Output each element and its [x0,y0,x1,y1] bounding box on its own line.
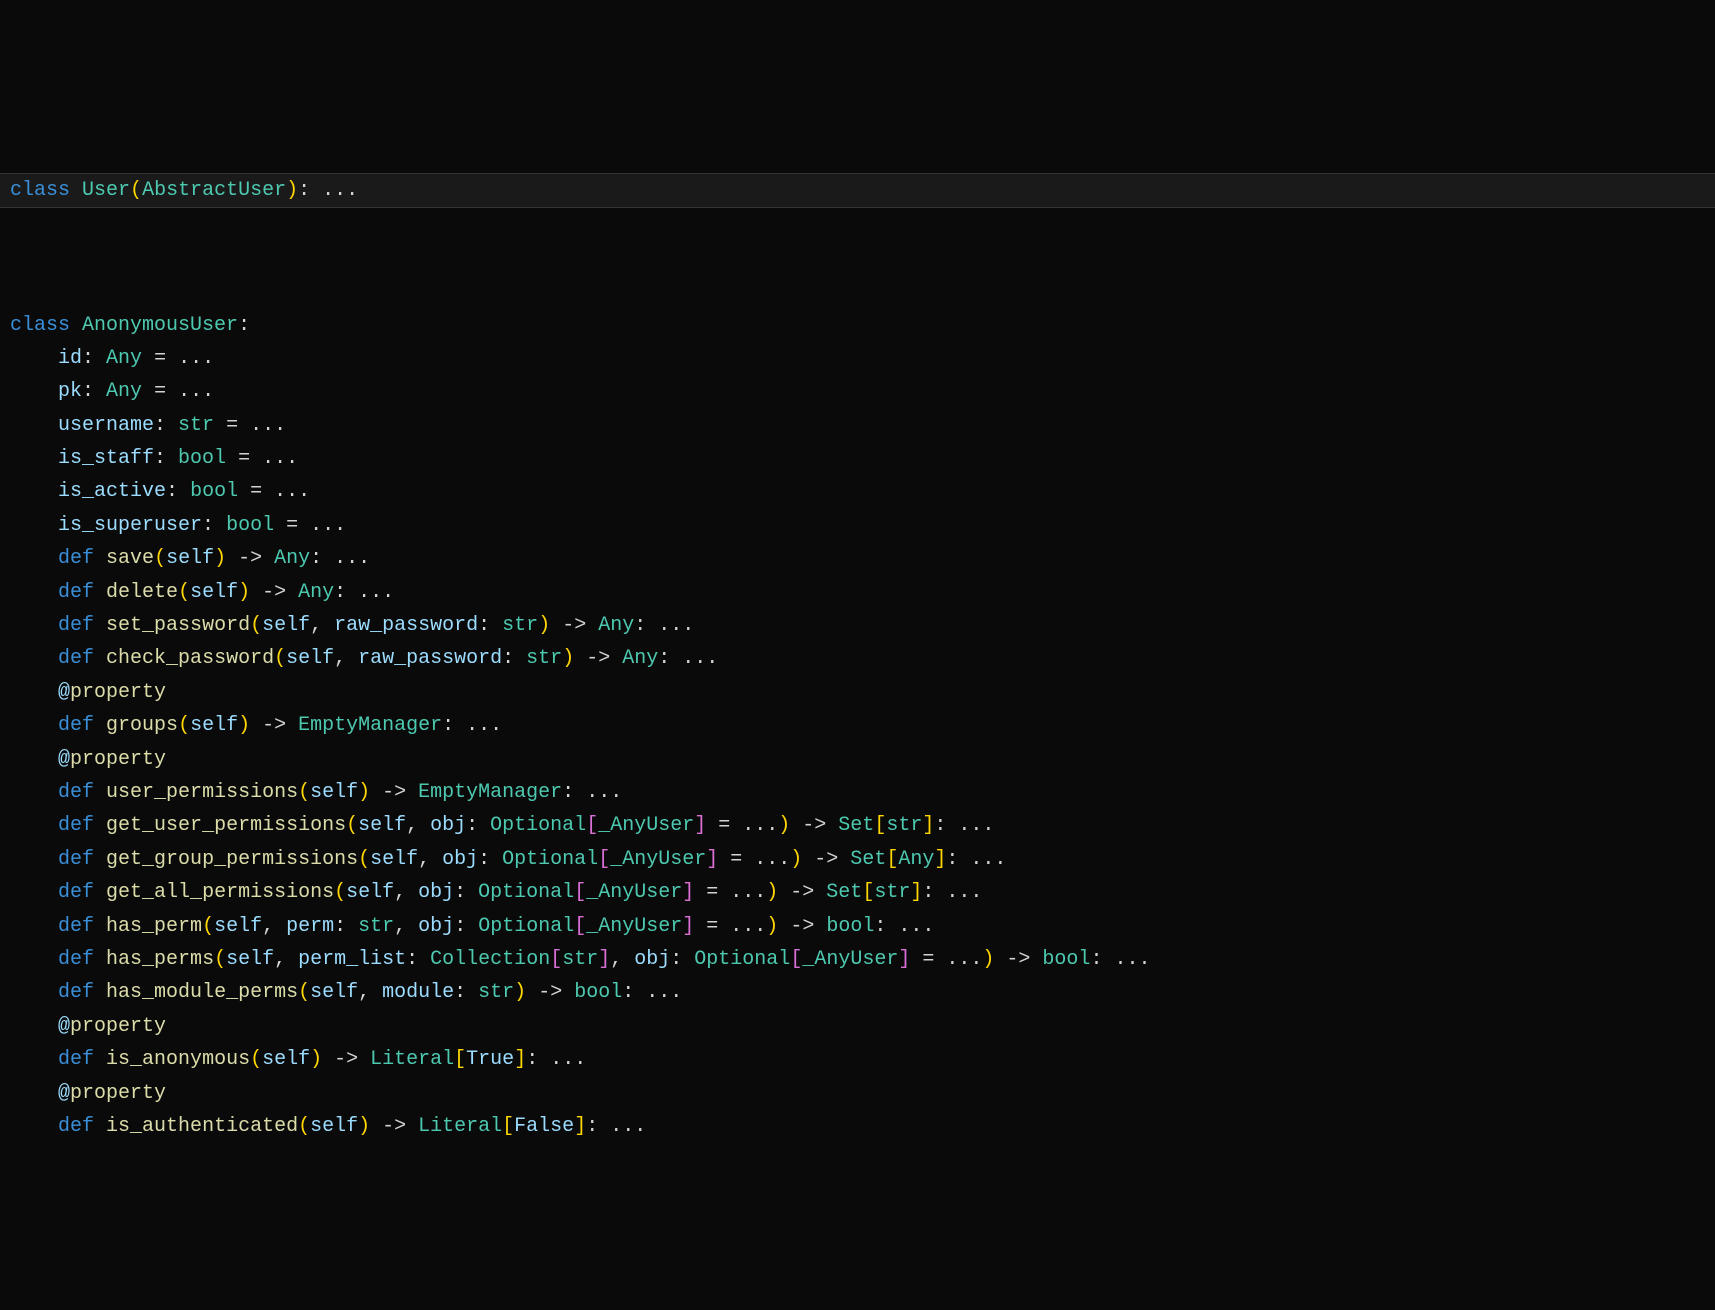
code-line[interactable]: pk: Any = ... [10,380,214,403]
code-line[interactable]: id: Any = ... [10,347,214,370]
code-line[interactable]: def is_anonymous(self) -> Literal[True]:… [10,1048,586,1071]
code-line[interactable]: is_staff: bool = ... [10,447,298,470]
keyword-class: class [10,179,70,202]
code-line[interactable]: is_active: bool = ... [10,480,310,503]
code-line[interactable]: def delete(self) -> Any: ... [10,581,394,604]
code-line[interactable]: def set_password(self, raw_password: str… [10,614,694,637]
code-line[interactable]: @property [10,1082,166,1105]
code-line[interactable]: def get_group_permissions(self, obj: Opt… [10,848,1006,871]
code-line[interactable]: def has_perm(self, perm: str, obj: Optio… [10,915,934,938]
class-name: User [82,179,130,202]
code-line[interactable]: username: str = ... [10,414,286,437]
blank-line [10,242,1715,275]
code-line-highlighted[interactable]: class User(AbstractUser): ... [0,173,1715,208]
code-line[interactable]: def get_user_permissions(self, obj: Opti… [10,814,994,837]
code-editor[interactable]: class User(AbstractUser): ... class Anon… [0,134,1715,1144]
code-line[interactable]: def get_all_permissions(self, obj: Optio… [10,881,982,904]
code-line[interactable]: def user_permissions(self) -> EmptyManag… [10,781,622,804]
code-line[interactable]: def groups(self) -> EmptyManager: ... [10,714,502,737]
class-name: AnonymousUser [82,314,238,337]
code-line[interactable]: def has_perms(self, perm_list: Collectio… [10,948,1150,971]
code-line[interactable]: def save(self) -> Any: ... [10,547,370,570]
code-line[interactable]: def has_module_perms(self, module: str) … [10,981,682,1004]
base-class: AbstractUser [142,179,286,202]
code-line[interactable]: class AnonymousUser: [10,314,250,337]
code-line[interactable]: @property [10,1015,166,1038]
code-line[interactable]: is_superuser: bool = ... [10,514,346,537]
code-line[interactable]: @property [10,748,166,771]
code-line[interactable]: @property [10,681,166,704]
code-line[interactable]: def is_authenticated(self) -> Literal[Fa… [10,1115,646,1138]
code-line[interactable]: def check_password(self, raw_password: s… [10,647,718,670]
